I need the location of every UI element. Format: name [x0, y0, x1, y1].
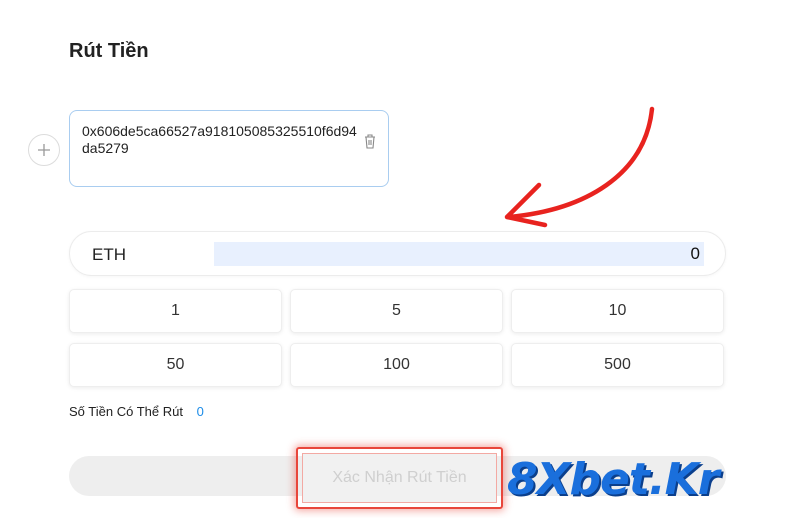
amount-input[interactable] [214, 242, 704, 266]
preset-amount-button[interactable]: 500 [511, 343, 724, 387]
preset-amount-button[interactable]: 50 [69, 343, 282, 387]
page-title: Rút Tiền [69, 40, 149, 62]
confirm-withdraw-button[interactable]: Xác Nhận Rút Tiền [302, 453, 497, 503]
wallet-address-card[interactable]: 0x606de5ca66527a918105085325510f6d94da52… [69, 110, 389, 187]
available-balance-label: Số Tiền Có Thể Rút [69, 404, 183, 419]
preset-amount-button[interactable]: 100 [290, 343, 503, 387]
wallet-address: 0x606de5ca66527a918105085325510f6d94da52… [82, 123, 357, 156]
trash-icon[interactable] [363, 133, 377, 149]
logo-main: 8Xbet [507, 454, 650, 505]
available-balance: Số Tiền Có Thể Rút 0 [69, 404, 204, 419]
preset-amount-button[interactable]: 1 [69, 289, 282, 333]
logo-dot: . [648, 454, 666, 505]
amount-field: ETH [69, 231, 726, 276]
plus-icon [38, 144, 50, 156]
preset-amount-button[interactable]: 10 [511, 289, 724, 333]
preset-amount-button[interactable]: 5 [290, 289, 503, 333]
confirm-withdraw-highlight: Xác Nhận Rút Tiền [296, 447, 503, 509]
logo-tld: Kr [664, 454, 720, 505]
available-balance-value: 0 [196, 404, 204, 419]
annotation-arrow [504, 106, 655, 228]
brand-logo: 8Xbet.Kr [507, 452, 792, 508]
currency-label: ETH [92, 245, 126, 264]
add-wallet-button[interactable] [28, 134, 60, 166]
